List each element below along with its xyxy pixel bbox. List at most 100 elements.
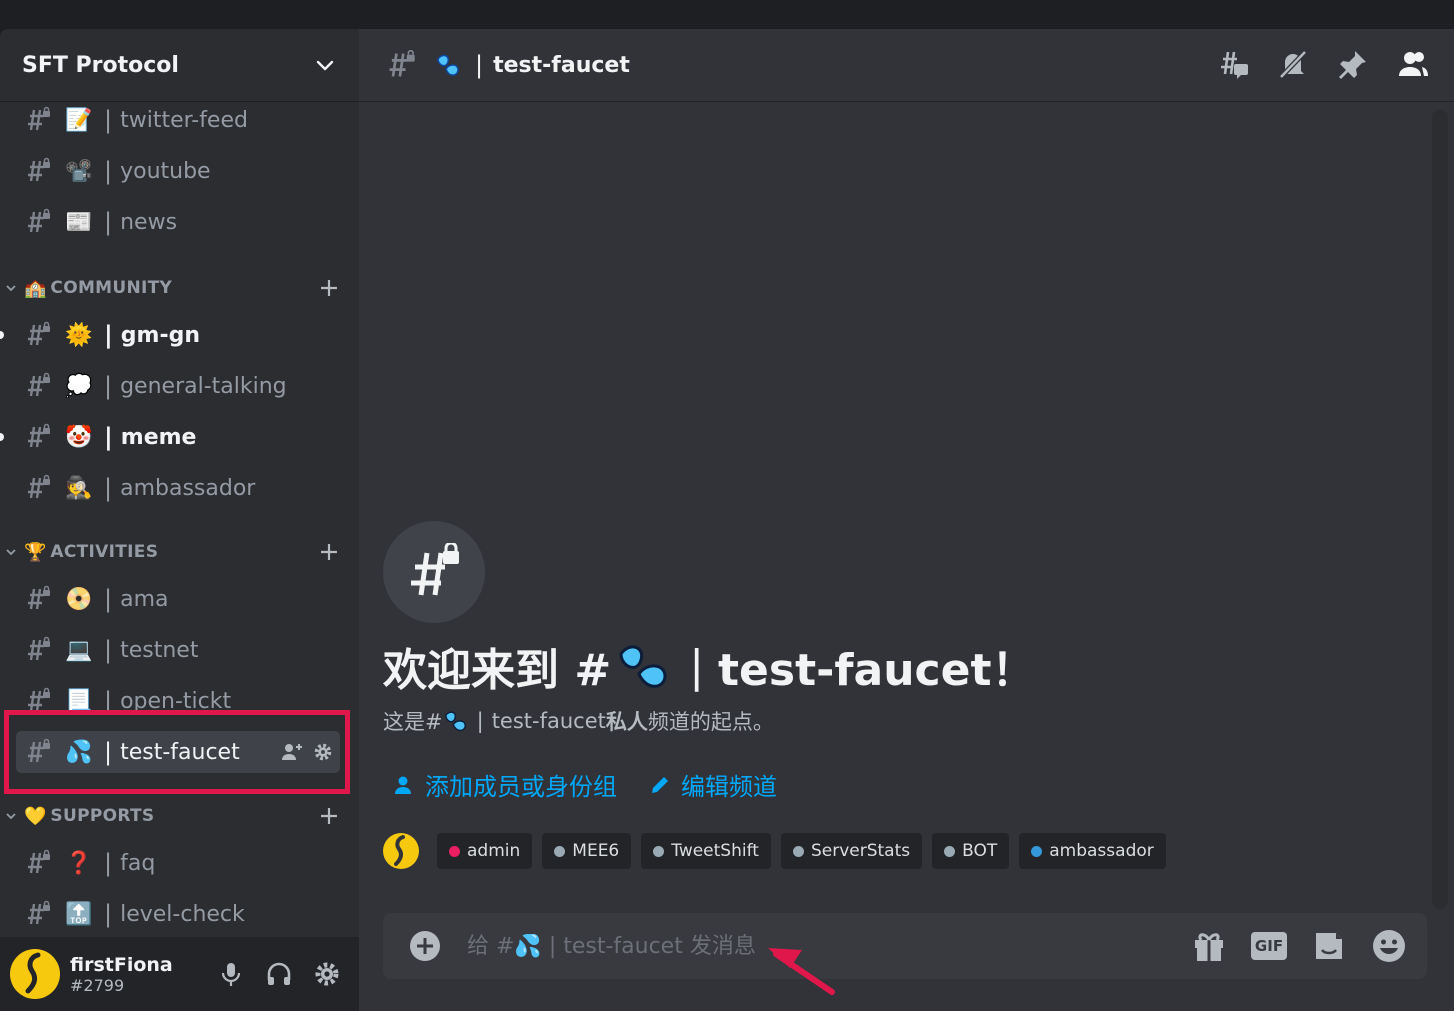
channel-meme[interactable]: 🤡 | meme: [0, 416, 340, 458]
channel-label: faq: [120, 850, 156, 876]
avatar[interactable]: [10, 949, 60, 999]
sun-emoji-icon: 🌞: [65, 322, 93, 348]
laptop-emoji-icon: 💻: [65, 637, 93, 663]
channel-general-talking[interactable]: 💭 | general-talking: [16, 365, 340, 407]
unread-indicator: [0, 433, 4, 441]
add-members-button[interactable]: 添加成员或身份组: [393, 767, 617, 802]
sticker-icon[interactable]: [1311, 928, 1347, 964]
user-info[interactable]: firstFiona #2799: [70, 954, 217, 995]
sweat-droplets-emoji-icon: [444, 711, 466, 732]
question-mark-emoji-icon: ❓: [65, 850, 93, 876]
locked-hash-icon: [28, 208, 50, 233]
channel-title: test-faucet: [493, 52, 630, 78]
chevron-down-icon: [6, 813, 16, 820]
window-top-bar: [0, 0, 1454, 29]
highlight-box: [4, 710, 350, 794]
channel-label: youtube: [120, 158, 211, 184]
create-channel-plus-icon[interactable]: [318, 805, 340, 827]
locked-hash-icon: [28, 106, 50, 131]
school-emoji-icon: 🏫: [24, 277, 47, 299]
add-member-icon: [395, 776, 411, 794]
mute-bell-icon[interactable]: [1276, 47, 1310, 81]
channel-welcome-icon: [383, 521, 485, 623]
member-list-icon[interactable]: [1396, 47, 1430, 81]
role-pill-tweetshift[interactable]: TweetShift: [641, 833, 771, 869]
locked-hash-icon: [28, 157, 50, 182]
scrollbar[interactable]: [1432, 109, 1448, 909]
create-channel-plus-icon[interactable]: [318, 277, 340, 299]
welcome-heading: 欢迎来到 # | test-faucet！: [383, 634, 1036, 698]
yellow-heart-emoji-icon: 💛: [24, 805, 47, 827]
user-tag: #2799: [70, 975, 125, 995]
role-pill-ambassador[interactable]: ambassador: [1019, 833, 1166, 869]
sweat-droplets-emoji-icon: [433, 50, 463, 80]
avatar-logo-icon: [394, 835, 405, 866]
microphone-icon[interactable]: [217, 960, 245, 988]
channel-label: gm-gn: [120, 322, 200, 348]
avatar[interactable]: [383, 833, 419, 869]
role-pill-admin[interactable]: admin: [437, 833, 533, 869]
role-color-dot: [554, 845, 566, 857]
user-settings-gear-icon[interactable]: [313, 960, 341, 988]
locked-hash-icon: [28, 423, 50, 448]
plus-circle-icon[interactable]: [409, 930, 441, 962]
channel-news[interactable]: 📰 | news: [16, 201, 340, 243]
channel-ambassador[interactable]: 🕵️ | ambassador: [16, 467, 340, 509]
channel-testnet[interactable]: 💻 | testnet: [16, 629, 340, 671]
locked-hash-icon: [28, 900, 50, 925]
server-name: SFT Protocol: [22, 52, 179, 78]
locked-hash-icon: [28, 585, 50, 610]
chevron-down-icon[interactable]: [313, 53, 337, 77]
locked-hash-icon: [389, 49, 415, 77]
channel-youtube[interactable]: 📽️ | youtube: [16, 150, 340, 192]
newspaper-emoji-icon: 📰: [65, 209, 93, 235]
threads-icon[interactable]: [1216, 47, 1250, 81]
channel-label: level-check: [120, 901, 245, 927]
channel-label: ambassador: [120, 475, 256, 501]
emoji-smile-icon[interactable]: [1371, 928, 1407, 964]
role-color-dot: [1031, 845, 1043, 857]
role-pill-mee6[interactable]: MEE6: [542, 833, 632, 869]
channel-twitter-feed[interactable]: 📝 | twitter-feed: [16, 101, 340, 141]
edit-channel-button[interactable]: 编辑频道: [649, 767, 777, 802]
locked-hash-icon: [28, 372, 50, 397]
main-chat-area: | test-faucet 欢迎来到 # | test-faucet！ 这是# …: [359, 29, 1454, 1011]
gift-icon[interactable]: [1191, 928, 1227, 964]
trophy-emoji-icon: 🏆: [24, 541, 47, 563]
role-color-dot: [944, 845, 956, 857]
header-toolbar: [1216, 47, 1430, 81]
unread-indicator: [0, 331, 4, 339]
category-supports[interactable]: 💛 SUPPORTS: [4, 801, 344, 831]
top-arrow-emoji-icon: 🔝: [65, 901, 93, 927]
pin-icon[interactable]: [1336, 47, 1370, 81]
role-color-dot: [792, 845, 804, 857]
role-color-dot: [449, 845, 460, 857]
welcome-subtitle: 这是# | test-faucet 私人 频道的起点。: [383, 709, 774, 734]
role-pill-serverstats[interactable]: ServerStats: [780, 833, 923, 869]
headphones-icon[interactable]: [265, 960, 293, 988]
avatar-logo-icon: [25, 952, 41, 994]
username: firstFiona: [70, 953, 173, 976]
pencil-icon: [652, 776, 668, 793]
category-activities[interactable]: 🏆 ACTIVITIES: [4, 537, 344, 567]
locked-hash-icon: [411, 543, 459, 596]
annotation-arrow-icon: [768, 948, 835, 995]
channel-label: ama: [120, 586, 169, 612]
locked-hash-icon: [28, 636, 50, 661]
role-color-dot: [653, 845, 665, 857]
detective-emoji-icon: 🕵️: [65, 475, 93, 501]
user-controls: [217, 960, 341, 988]
create-channel-plus-icon[interactable]: [318, 541, 340, 563]
chevron-down-icon: [6, 549, 16, 556]
channel-faq[interactable]: ❓ | faq: [16, 842, 340, 884]
category-community[interactable]: 🏫 COMMUNITY: [4, 273, 344, 303]
role-pill-bot[interactable]: BOT: [932, 833, 1010, 869]
channel-label: meme: [120, 424, 197, 450]
channel-roles: admin MEE6 TweetShift ServerStats BOT am…: [383, 833, 1166, 869]
channel-ama[interactable]: 📀 | ama: [16, 578, 340, 620]
server-header[interactable]: SFT Protocol: [0, 29, 359, 101]
channel-gm-gn[interactable]: 🌞 | gm-gn: [0, 314, 340, 356]
gif-button[interactable]: GIF: [1251, 932, 1287, 960]
channel-level-check[interactable]: 🔝 | level-check: [16, 893, 340, 935]
locked-hash-icon: [28, 321, 50, 346]
